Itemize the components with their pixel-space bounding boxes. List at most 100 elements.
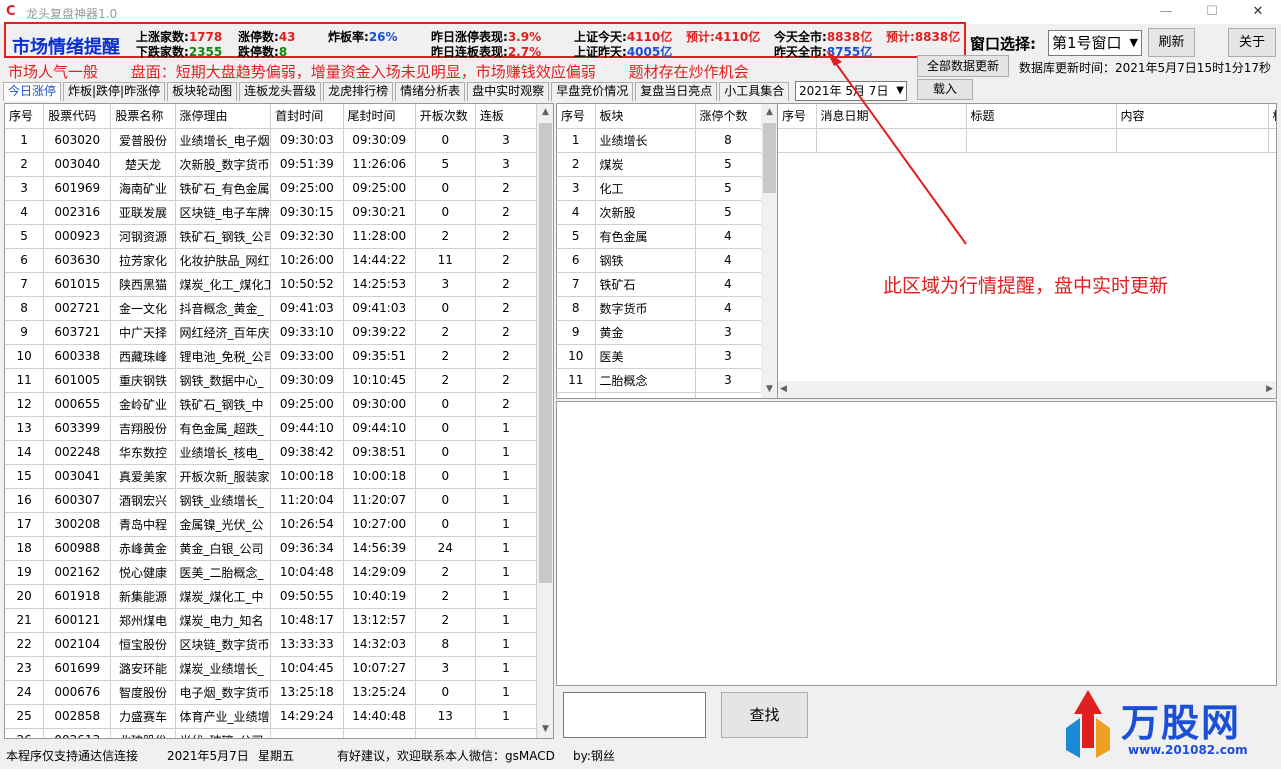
column-header[interactable]: 标题 [966,104,1117,129]
table-row[interactable]: 2 煤炭 5 [557,152,762,177]
column-header[interactable]: 板块 [595,104,696,129]
column-header[interactable]: 股票名称 [110,104,176,129]
table-row[interactable]: 1 603020 爱普股份 业绩增长_电子烟 09:30:03 09:30:09 0 3 [5,128,538,153]
table-row[interactable]: 4 002316 亚联发展 区块链_电子车牌 09:30:15 09:30:21 0 2 [5,200,538,225]
column-header[interactable]: 序号 [778,104,817,129]
column-header[interactable]: 连板 [475,104,538,129]
column-header[interactable]: 序号 [557,104,596,129]
table-cell: 亚联发展 [110,200,176,225]
table-cell: 3 [415,656,476,681]
tab-7[interactable]: 早盘竞价情况 [551,82,634,101]
table-row[interactable]: 18 600988 赤峰黄金 黄金_白银_公司 09:36:34 14:56:39 24 1 [5,536,538,561]
stock-table-scrollbar[interactable]: ▲ ▼ [537,104,553,738]
tab-4[interactable]: 龙虎排行榜 [323,82,394,101]
column-header[interactable]: 首封时间 [270,104,344,129]
table-row[interactable]: 14 002248 华东数控 业绩增长_核电_ 09:38:42 09:38:51 0 1 [5,440,538,465]
tab-2[interactable]: 板块轮动图 [167,82,238,101]
news-table-hscrollbar[interactable]: ◀ ▶ [778,381,1276,398]
details-textarea[interactable] [556,401,1277,686]
table-cell: 002858 [43,704,112,729]
tab-6[interactable]: 盘中实时观察 [467,82,550,101]
tab-5[interactable]: 情绪分析表 [395,82,466,101]
table-row[interactable]: 21 600121 郑州煤电 煤炭_电力_知名 10:48:17 13:12:57 2 1 [5,608,538,633]
sector-table-scrollbar[interactable]: ▲ ▼ [761,104,777,398]
table-cell: 5 [415,152,476,177]
table-row[interactable]: 24 000676 智度股份 电子烟_数字货币 13:25:18 13:25:24 0 1 [5,680,538,705]
column-header[interactable]: 消息日期 [816,104,967,129]
table-row[interactable]: 8 002721 金一文化 抖音概念_黄金_ 09:41:03 09:41:03 0 2 [5,296,538,321]
scroll-right-icon[interactable]: ▶ [1266,381,1273,398]
table-row[interactable]: 13 603399 吉翔股份 有色金属_超跌_ 09:44:10 09:44:10 0 1 [5,416,538,441]
table-cell: 000655 [43,392,112,417]
column-header[interactable]: 涨停理由 [175,104,272,129]
column-header[interactable]: 尾封时间 [343,104,416,129]
table-row[interactable]: 3 601969 海南矿业 铁矿石_有色金属 09:25:00 09:25:00 0 2 [5,176,538,201]
scroll-down-icon[interactable]: ▼ [761,381,777,398]
table-row[interactable]: 10 医美 3 [557,344,762,369]
table-row[interactable]: 11 601005 重庆钢铁 钢铁_数据中心_ 09:30:09 10:10:45 2 2 [5,368,538,393]
table-row[interactable]: 6 钢铁 4 [557,248,762,273]
table-row[interactable]: 1 业绩增长 8 [557,128,762,153]
date-picker[interactable]: 2021年 5月 7日 ▼ [795,81,907,101]
table-row[interactable]: 26002613北玻股份光伏_玻璃_公司 [5,728,538,738]
table-cell: 14:29:09 [343,560,416,585]
column-header[interactable]: 股票代码 [43,104,112,129]
table-row[interactable]: 12 000655 金岭矿业 铁矿石_钢铁_中 09:25:00 09:30:00 0 2 [5,392,538,417]
refresh-button[interactable]: 刷新 [1148,28,1195,57]
scroll-down-icon[interactable]: ▼ [537,721,553,738]
table-row[interactable]: 2 003040 楚天龙 次新股_数字货币 09:51:39 11:26:06 5 3 [5,152,538,177]
table-row[interactable]: 16 600307 酒钢宏兴 钢铁_业绩增长_ 11:20:04 11:20:07 0 1 [5,488,538,513]
table-row[interactable]: 19 002162 悦心健康 医美_二胎概念_ 10:04:48 14:29:09 2 1 [5,560,538,585]
column-header[interactable]: 涨停个数 [695,104,762,129]
table-cell: 1 [475,416,538,441]
scroll-up-icon[interactable]: ▲ [761,104,777,121]
search-button[interactable]: 查找 [721,692,808,738]
update-all-button[interactable]: 全部数据更新 [917,55,1009,77]
table-row[interactable]: 10 600338 西藏珠峰 锂电池_免税_公司 09:33:00 09:35:51 2 2 [5,344,538,369]
table-row[interactable]: 9 603721 中广天择 网红经济_百年庆 09:33:10 09:39:22 2 2 [5,320,538,345]
table-row[interactable]: 11 二胎概念 3 [557,368,762,393]
column-header[interactable]: 标 [1268,104,1276,129]
column-header[interactable]: 序号 [5,104,45,129]
close-icon[interactable]: ✕ [1235,0,1281,24]
search-input[interactable] [563,692,706,738]
tab-3[interactable]: 连板龙头晋级 [239,82,322,101]
table-row[interactable]: 7 铁矿石 4 [557,272,762,297]
table-row[interactable]: 4 次新股 5 [557,200,762,225]
table-row[interactable]: 20 601918 新集能源 煤炭_煤化工_中 09:50:55 10:40:19 2 1 [5,584,538,609]
table-row[interactable]: 9 黄金 3 [557,320,762,345]
table-row[interactable]: 17 300208 青岛中程 金属镍_光伏_公 10:26:54 10:27:00 0 1 [5,512,538,537]
load-button[interactable]: 载入 [917,79,973,100]
table-row[interactable]: 8 数字货币 4 [557,296,762,321]
table-cell: 电子烟_数字货币 [175,680,272,705]
scroll-thumb[interactable] [763,123,776,193]
table-row[interactable]: 6 603630 拉芳家化 化妆护肤品_网红 10:26:00 14:44:22 11 2 [5,248,538,273]
column-header[interactable]: 开板次数 [415,104,476,129]
scroll-thumb[interactable] [539,123,552,583]
about-button[interactable]: 关于 [1228,28,1276,57]
scroll-left-icon[interactable]: ◀ [780,381,787,398]
table-row[interactable]: 23 601699 潞安环能 煤炭_业绩增长_ 10:04:45 10:07:27 3 1 [5,656,538,681]
table-row[interactable]: 25 002858 力盛赛车 体育产业_业绩增 14:29:24 14:40:48 13 1 [5,704,538,729]
tab-1[interactable]: 炸板|跌停|昨涨停 [63,82,166,101]
column-header[interactable]: 内容 [1116,104,1269,129]
table-row[interactable]: 15 003041 真爱美家 开板次新_服装家 10:00:18 10:00:18 0 1 [5,464,538,489]
table-row[interactable]: 5 有色金属 4 [557,224,762,249]
tab-8[interactable]: 复盘当日亮点 [635,82,718,101]
minimize-icon[interactable]: — [1143,0,1189,24]
maximize-icon[interactable]: ☐ [1189,0,1235,24]
scroll-up-icon[interactable]: ▲ [537,104,553,121]
window-select[interactable]: 第1号窗口 ▼ [1048,30,1142,56]
tab-0[interactable]: 今日涨停 [3,82,62,101]
tab-9[interactable]: 小工具集合 [719,82,790,101]
table-row[interactable] [778,128,1276,153]
table-cell: 爱普股份 [110,128,176,153]
table-cell: 0 [415,680,476,705]
table-row[interactable]: 22 002104 恒宝股份 区块链_数字货币 13:33:33 14:32:03 8 1 [5,632,538,657]
table-row[interactable]: 5 000923 河钢资源 铁矿石_钢铁_公司 09:32:30 11:28:00 2 2 [5,224,538,249]
table-cell: 300208 [43,512,112,537]
table-row[interactable]: 3 化工 5 [557,176,762,201]
table-row[interactable]: 7 601015 陕西黑猫 煤炭_化工_煤化工 10:50:52 14:25:53 3 2 [5,272,538,297]
table-row[interactable]: 12锂电 [557,392,762,398]
table-cell: 5 [695,152,762,177]
